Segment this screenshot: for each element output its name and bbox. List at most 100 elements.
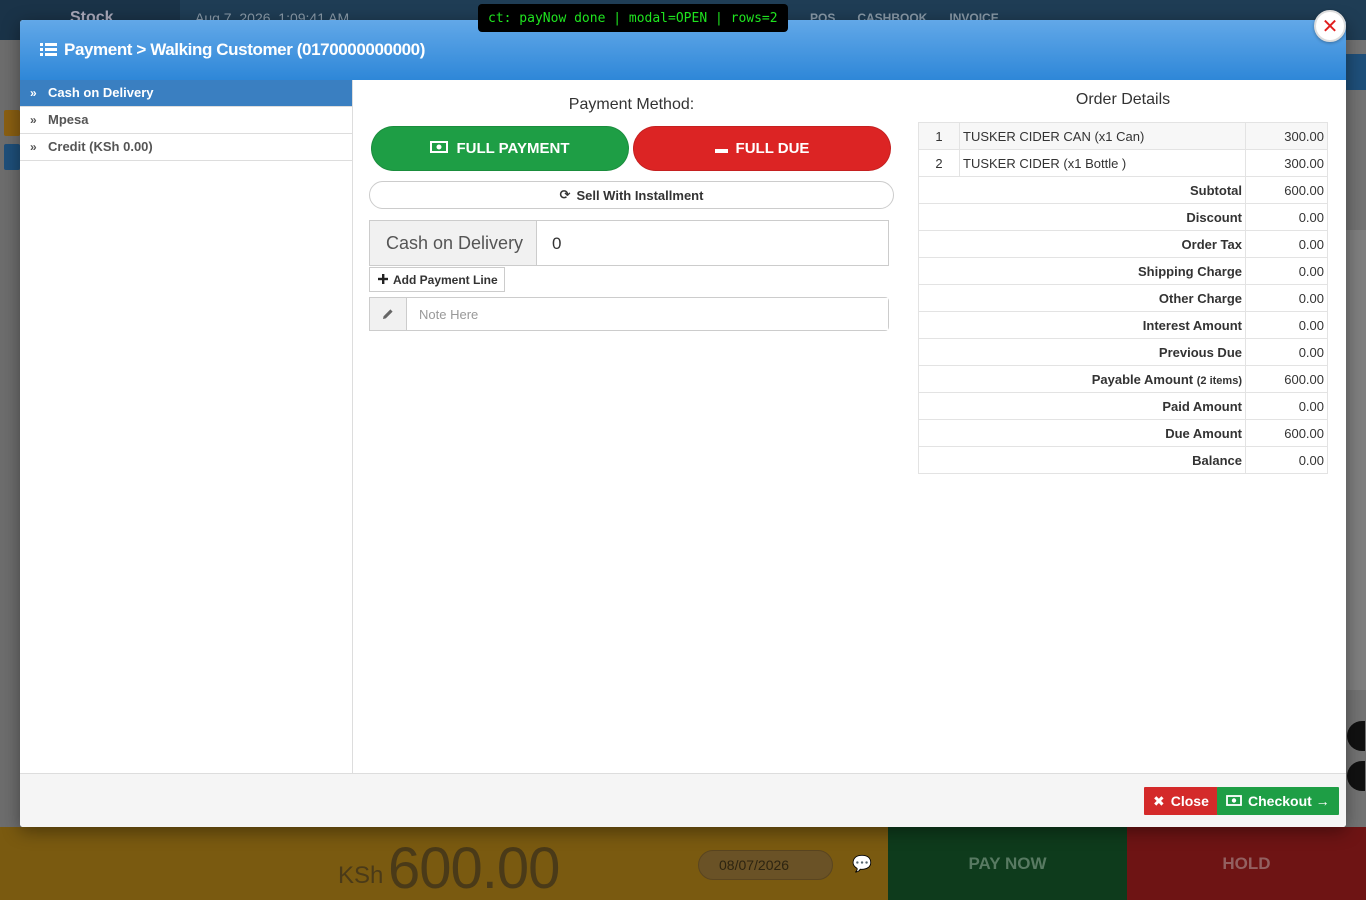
payment-method-panel: Payment Method: FULL PAYMENT FULL DUE ⟳ … xyxy=(369,80,894,331)
add-payment-line-button[interactable]: Add Payment Line xyxy=(369,267,505,292)
table-row: 1 TUSKER CIDER CAN (x1 Can) 300.00 xyxy=(918,122,1328,150)
list-icon xyxy=(40,41,58,61)
summary-value: 600.00 xyxy=(1245,419,1328,447)
summary-label: Subtotal xyxy=(918,176,1246,204)
double-chevron-right-icon: » xyxy=(30,86,37,100)
summary-value: 0.00 xyxy=(1245,446,1328,474)
payment-modal: Payment > Walking Customer (017000000000… xyxy=(20,20,1346,827)
sidebar-item-label: Mpesa xyxy=(48,112,89,127)
summary-value: 0.00 xyxy=(1245,257,1328,285)
sidebar-item-mpesa[interactable]: » Mpesa xyxy=(20,107,352,134)
sell-with-installment-label: Sell With Installment xyxy=(576,187,704,203)
summary-label: Paid Amount xyxy=(918,392,1246,420)
close-label: Close xyxy=(1170,793,1209,809)
summary-row-shipping: Shipping Charge 0.00 xyxy=(918,257,1328,285)
payment-line-method: Cash on Delivery xyxy=(370,221,537,265)
summary-row-subtotal: Subtotal 600.00 xyxy=(918,176,1328,204)
summary-label: Previous Due xyxy=(918,338,1246,366)
sell-with-installment-button[interactable]: ⟳ Sell With Installment xyxy=(369,181,894,209)
note-input[interactable] xyxy=(407,298,888,330)
summary-label: Discount xyxy=(918,203,1246,231)
modal-footer: ✖ Close Checkout → xyxy=(20,773,1346,827)
close-x-icon: ✖ xyxy=(1153,792,1165,809)
total-amount: 600.00 xyxy=(388,836,560,900)
payable-label: Payable Amount xyxy=(1091,371,1194,387)
full-due-label: FULL DUE xyxy=(735,140,810,157)
summary-label: Balance xyxy=(918,446,1246,474)
date-field: 08/07/2026 xyxy=(698,850,833,880)
item-count-note: (2 items) xyxy=(1196,374,1242,387)
payment-line: Cash on Delivery 0 xyxy=(369,220,889,266)
comment-icon: 💬 xyxy=(852,856,872,873)
modal-close-icon[interactable]: ✕ xyxy=(1314,10,1346,42)
summary-row-payable: Payable Amount (2 items) 600.00 xyxy=(918,365,1328,393)
item-name: TUSKER CIDER (x1 Bottle ) xyxy=(959,149,1246,177)
summary-value: 0.00 xyxy=(1245,311,1328,339)
hold-button: HOLD xyxy=(1127,827,1366,900)
modal-body: » Cash on Delivery » Mpesa » Credit (KSh 0.… xyxy=(20,80,1346,773)
summary-row-due: Due Amount 600.00 xyxy=(918,419,1328,447)
total-panel: KSh 600.00 08/07/2026 💬 xyxy=(0,827,888,900)
order-details-table: 1 TUSKER CIDER CAN (x1 Can) 300.00 2 TUS… xyxy=(918,122,1328,474)
full-due-button[interactable]: FULL DUE xyxy=(633,126,891,171)
sidebar-item-label: Cash on Delivery xyxy=(48,85,154,100)
pay-now-label: PAY NOW xyxy=(968,853,1047,873)
background-panel xyxy=(1345,230,1366,690)
payment-type-buttons: FULL PAYMENT FULL DUE xyxy=(369,126,894,171)
hold-label: HOLD xyxy=(1222,853,1271,873)
pencil-icon xyxy=(370,298,407,330)
summary-value: 0.00 xyxy=(1245,284,1328,312)
add-payment-line-label: Add Payment Line xyxy=(393,272,498,287)
summary-row-discount: Discount 0.00 xyxy=(918,203,1328,231)
summary-label: Other Charge xyxy=(918,284,1246,312)
summary-label: Interest Amount xyxy=(918,311,1246,339)
background-toggle xyxy=(1347,721,1365,751)
item-name: TUSKER CIDER CAN (x1 Can) xyxy=(959,122,1246,150)
table-row: 2 TUSKER CIDER (x1 Bottle ) 300.00 xyxy=(918,149,1328,177)
money-icon xyxy=(430,140,449,157)
payment-methods-sidebar: » Cash on Delivery » Mpesa » Credit (KSh 0.… xyxy=(20,80,353,773)
total-currency: KSh xyxy=(338,862,384,889)
refresh-icon: ⟳ xyxy=(559,187,571,202)
sidebar-item-cash-on-delivery[interactable]: » Cash on Delivery xyxy=(20,80,352,107)
summary-label: Order Tax xyxy=(918,230,1246,258)
checkout-button[interactable]: Checkout → xyxy=(1217,787,1339,815)
debug-status: ct: payNow done | modal=OPEN | rows=2 xyxy=(478,4,788,32)
checkout-label: Checkout → xyxy=(1248,793,1330,809)
summary-row-interest: Interest Amount 0.00 xyxy=(918,311,1328,339)
minus-icon xyxy=(714,140,728,157)
summary-value: 0.00 xyxy=(1245,338,1328,366)
sidebar-item-credit[interactable]: » Credit (KSh 0.00) xyxy=(20,134,352,161)
payment-line-amount-input[interactable]: 0 xyxy=(537,221,888,265)
background-button xyxy=(4,110,20,136)
summary-row-order-tax: Order Tax 0.00 xyxy=(918,230,1328,258)
pay-now-button: PAY NOW xyxy=(888,827,1127,900)
background-button xyxy=(1345,54,1366,90)
plus-icon xyxy=(378,273,388,287)
summary-row-other-charge: Other Charge 0.00 xyxy=(918,284,1328,312)
close-button[interactable]: ✖ Close xyxy=(1144,787,1218,815)
sidebar-item-label: Credit (KSh 0.00) xyxy=(48,139,153,154)
summary-label: Payable Amount (2 items) xyxy=(918,365,1246,393)
background-right-panel xyxy=(1345,40,1366,830)
summary-value: 600.00 xyxy=(1245,365,1328,393)
item-number: 1 xyxy=(918,122,960,150)
summary-value: 600.00 xyxy=(1245,176,1328,204)
summary-label: Shipping Charge xyxy=(918,257,1246,285)
background-left-panel xyxy=(0,40,20,830)
background-toggle xyxy=(1347,761,1365,791)
summary-row-balance: Balance 0.00 xyxy=(918,446,1328,474)
modal-title: Payment > Walking Customer (017000000000… xyxy=(64,40,426,59)
money-icon xyxy=(1226,793,1242,809)
double-chevron-right-icon: » xyxy=(30,140,37,154)
full-payment-button[interactable]: FULL PAYMENT xyxy=(371,126,629,171)
summary-value: 0.00 xyxy=(1245,203,1328,231)
summary-value: 0.00 xyxy=(1245,230,1328,258)
summary-value: 0.00 xyxy=(1245,392,1328,420)
item-amount: 300.00 xyxy=(1245,122,1328,150)
background-button xyxy=(4,144,20,170)
order-details-panel: Order Details 1 TUSKER CIDER CAN (x1 Can… xyxy=(918,80,1328,474)
payment-method-title: Payment Method: xyxy=(568,96,695,113)
summary-row-paid: Paid Amount 0.00 xyxy=(918,392,1328,420)
summary-row-previous-due: Previous Due 0.00 xyxy=(918,338,1328,366)
